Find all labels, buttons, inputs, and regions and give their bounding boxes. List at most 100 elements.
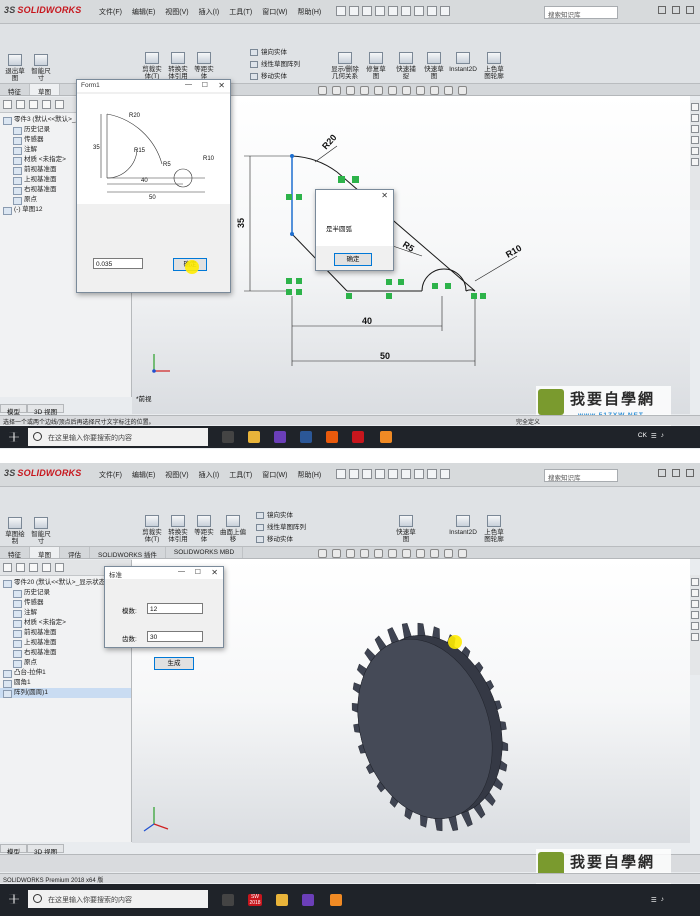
search-input[interactable]: 搜索知识库 xyxy=(544,469,618,482)
design-library-icon[interactable] xyxy=(691,589,699,597)
display-manager-icon[interactable] xyxy=(55,563,64,572)
network-icon[interactable]: ☰ xyxy=(651,896,657,904)
menu-insert[interactable]: 插入(I) xyxy=(199,470,220,480)
menu-window[interactable]: 窗口(W) xyxy=(262,7,287,17)
display-relations-button[interactable]: 显示/删除几何关系 xyxy=(328,52,362,80)
linear-pattern-button[interactable]: 线性草图阵列 xyxy=(250,58,300,68)
open-icon[interactable] xyxy=(362,6,372,16)
scene-icon[interactable] xyxy=(430,86,439,95)
tab-model[interactable]: 模型 xyxy=(0,404,27,416)
offset-entities-button[interactable]: 等距实体 xyxy=(192,515,216,543)
volume-icon[interactable]: ♪ xyxy=(661,896,664,904)
smart-dimension-button[interactable]: 智能尺寸 xyxy=(30,54,52,82)
sketch-button[interactable]: 草图绘制 xyxy=(4,517,26,545)
offset-entities-button[interactable]: 等距实体 xyxy=(192,52,216,80)
rebuild-icon[interactable] xyxy=(427,6,437,16)
options-icon[interactable] xyxy=(440,469,450,479)
tab-features[interactable]: 特征 xyxy=(0,84,30,96)
view-palette-icon[interactable] xyxy=(691,136,699,144)
tab-mbd[interactable]: SOLIDWORKS MBD xyxy=(166,547,244,558)
file-explorer-icon[interactable] xyxy=(248,431,260,443)
open-icon[interactable] xyxy=(362,469,372,479)
undo-icon[interactable] xyxy=(401,469,411,479)
visual-studio-icon[interactable] xyxy=(274,431,286,443)
solidworks-taskbar-icon[interactable]: SW 2018 xyxy=(248,894,262,906)
options-icon[interactable] xyxy=(440,6,450,16)
config-manager-icon[interactable] xyxy=(29,100,38,109)
quick-snaps-button[interactable]: 快速捕捉 xyxy=(394,52,418,80)
tab-3d-view[interactable]: 3D 视图 xyxy=(27,844,65,856)
close-icon[interactable]: ✕ xyxy=(218,81,225,90)
appearance-icon[interactable] xyxy=(416,549,425,558)
menu-window[interactable]: 窗口(W) xyxy=(262,470,287,480)
convert-entities-button[interactable]: 转换实体引用 xyxy=(166,52,190,80)
visual-studio-icon[interactable] xyxy=(302,894,314,906)
restore-icon[interactable] xyxy=(672,6,680,14)
exit-sketch-button[interactable]: 退出草图 xyxy=(4,54,26,82)
task-view-icon[interactable] xyxy=(222,431,234,443)
home-icon[interactable] xyxy=(336,6,346,16)
display-style-icon[interactable] xyxy=(388,549,397,558)
custom-properties-icon[interactable] xyxy=(691,158,699,166)
move-entities-button[interactable]: 移动实体 xyxy=(256,533,293,543)
repair-sketch-button[interactable]: 修复草图 xyxy=(364,52,388,80)
menu-help[interactable]: 帮助(H) xyxy=(297,7,321,17)
tab-addins[interactable]: SOLIDWORKS 插件 xyxy=(90,547,166,559)
generate-button[interactable]: 生成 xyxy=(154,657,194,670)
rebuild-icon[interactable] xyxy=(427,469,437,479)
search-input[interactable]: 搜索知识库 xyxy=(544,6,618,19)
new-icon[interactable] xyxy=(349,469,359,479)
move-entities-button[interactable]: 移动实体 xyxy=(250,70,287,80)
network-icon[interactable]: ☰ xyxy=(651,432,657,440)
trim-button[interactable]: 剪裁实体(T) xyxy=(140,515,164,543)
view-orientation-icon[interactable] xyxy=(374,549,383,558)
zoom-fit-icon[interactable] xyxy=(318,549,327,558)
menu-help[interactable]: 帮助(H) xyxy=(297,470,321,480)
task-view-icon[interactable] xyxy=(222,894,234,906)
volume-icon[interactable]: ♪ xyxy=(661,432,664,440)
tab-sketch[interactable]: 草图 xyxy=(30,84,60,96)
tab-evaluate[interactable]: 评估 xyxy=(60,547,90,559)
tree-item[interactable]: 右视基准面 xyxy=(0,648,131,658)
property-manager-icon[interactable] xyxy=(16,563,25,572)
tab-model[interactable]: 模型 xyxy=(0,844,27,856)
taskbar-search[interactable]: 在这里输入你要搜索的内容 xyxy=(28,428,208,446)
menu-tools[interactable]: 工具(T) xyxy=(229,470,252,480)
appearances-icon[interactable] xyxy=(691,622,699,630)
windows-start-icon[interactable] xyxy=(9,894,19,904)
close-icon[interactable]: ✕ xyxy=(211,568,218,577)
hide-show-icon[interactable] xyxy=(402,549,411,558)
zoom-area-icon[interactable] xyxy=(332,549,341,558)
view-settings-icon[interactable] xyxy=(444,549,453,558)
minimize-icon[interactable] xyxy=(658,6,666,14)
select-icon[interactable] xyxy=(414,469,424,479)
convert-entities-button[interactable]: 转换实体引用 xyxy=(166,515,190,543)
mirror-entities-button[interactable]: 镜向实体 xyxy=(256,509,293,519)
tree-item[interactable]: 圆角1 xyxy=(0,678,131,688)
app-icon[interactable] xyxy=(330,894,342,906)
minimize-icon[interactable] xyxy=(658,469,666,477)
section-view-icon[interactable] xyxy=(360,549,369,558)
restore-icon[interactable] xyxy=(672,469,680,477)
instant2d-button[interactable]: Instant2D xyxy=(448,52,478,73)
menu-view[interactable]: 视图(V) xyxy=(165,7,188,17)
hide-show-icon[interactable] xyxy=(402,86,411,95)
menu-view[interactable]: 视图(V) xyxy=(165,470,188,480)
custom-properties-icon[interactable] xyxy=(691,633,699,641)
dim-expert-icon[interactable] xyxy=(42,100,51,109)
offset-on-surface-button[interactable]: 曲面上偏移 xyxy=(220,515,246,543)
zoom-area-icon[interactable] xyxy=(332,86,341,95)
zoom-fit-icon[interactable] xyxy=(318,86,327,95)
file-explorer-icon[interactable] xyxy=(691,125,699,133)
close-icon[interactable] xyxy=(686,469,694,477)
property-manager-icon[interactable] xyxy=(16,100,25,109)
teeth-input[interactable]: 30 xyxy=(147,631,203,642)
message-ok-button[interactable]: 确定 xyxy=(334,253,372,266)
rapid-sketch-button[interactable]: 快速草图 xyxy=(422,52,446,80)
design-library-icon[interactable] xyxy=(691,114,699,122)
ime-indicator[interactable]: CK xyxy=(638,432,647,440)
scene-icon[interactable] xyxy=(430,549,439,558)
trim-button[interactable]: 剪裁实体(T) xyxy=(140,52,164,80)
smart-dimension-button[interactable]: 智能尺寸 xyxy=(30,517,52,545)
rapid-sketch-button[interactable]: 快速草图 xyxy=(394,515,418,543)
